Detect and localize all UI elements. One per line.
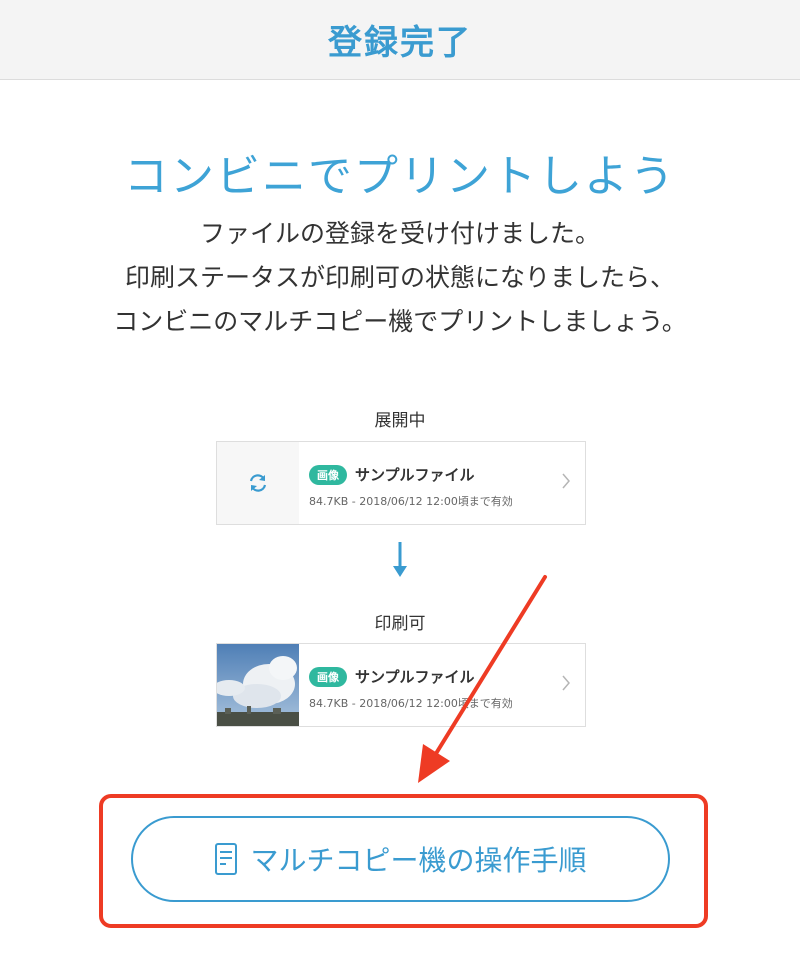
file-name: サンプルファイル xyxy=(355,466,475,484)
chevron-right-icon xyxy=(562,675,570,691)
page-title: 登録完了 xyxy=(328,23,472,63)
file-name: サンプルファイル xyxy=(355,668,475,686)
chevron-right-icon xyxy=(562,473,570,489)
card-body: 画像 サンプルファイル 84.7KB - 2018/06/12 12:00頃まで… xyxy=(299,442,585,524)
file-card-processing[interactable]: 画像 サンプルファイル 84.7KB - 2018/06/12 12:00頃まで… xyxy=(216,441,586,525)
headline: コンビニでプリントしよう xyxy=(124,151,676,202)
copier-guide-label: マルチコピー機の操作手順 xyxy=(250,844,587,877)
file-meta: 84.7KB - 2018/06/12 12:00頃まで有効 xyxy=(309,495,513,508)
file-type-badge: 画像 xyxy=(309,666,347,687)
status-label-processing: 展開中 xyxy=(374,411,426,431)
description-line-1: ファイルの登録を受け付けました。 xyxy=(199,219,600,248)
copier-guide-button[interactable]: マルチコピー機の操作手順 xyxy=(131,816,670,902)
refresh-icon xyxy=(249,474,267,492)
description-line-2: 印刷ステータスが印刷可の状態になりましたら、 xyxy=(124,263,675,292)
description: ファイルの登録を受け付けました。 印刷ステータスが印刷可の状態になりましたら、 … xyxy=(0,212,800,344)
file-card-printable[interactable]: 画像 サンプルファイル 84.7KB - 2018/06/12 12:00頃まで… xyxy=(216,643,586,727)
card-body: 画像 サンプルファイル 84.7KB - 2018/06/12 12:00頃まで… xyxy=(299,644,585,726)
description-line-3: コンビニのマルチコピー機でプリントしましょう。 xyxy=(113,307,687,336)
photo-thumbnail xyxy=(217,644,299,726)
card-thumbnail xyxy=(217,644,299,726)
header-bar: 登録完了 xyxy=(0,0,800,80)
arrow-down-icon xyxy=(393,542,407,577)
status-label-printable: 印刷可 xyxy=(374,614,426,634)
card-thumbnail xyxy=(217,442,299,524)
file-type-badge: 画像 xyxy=(309,464,347,485)
document-icon xyxy=(215,843,238,875)
file-meta: 84.7KB - 2018/06/12 12:00頃まで有効 xyxy=(309,697,513,710)
